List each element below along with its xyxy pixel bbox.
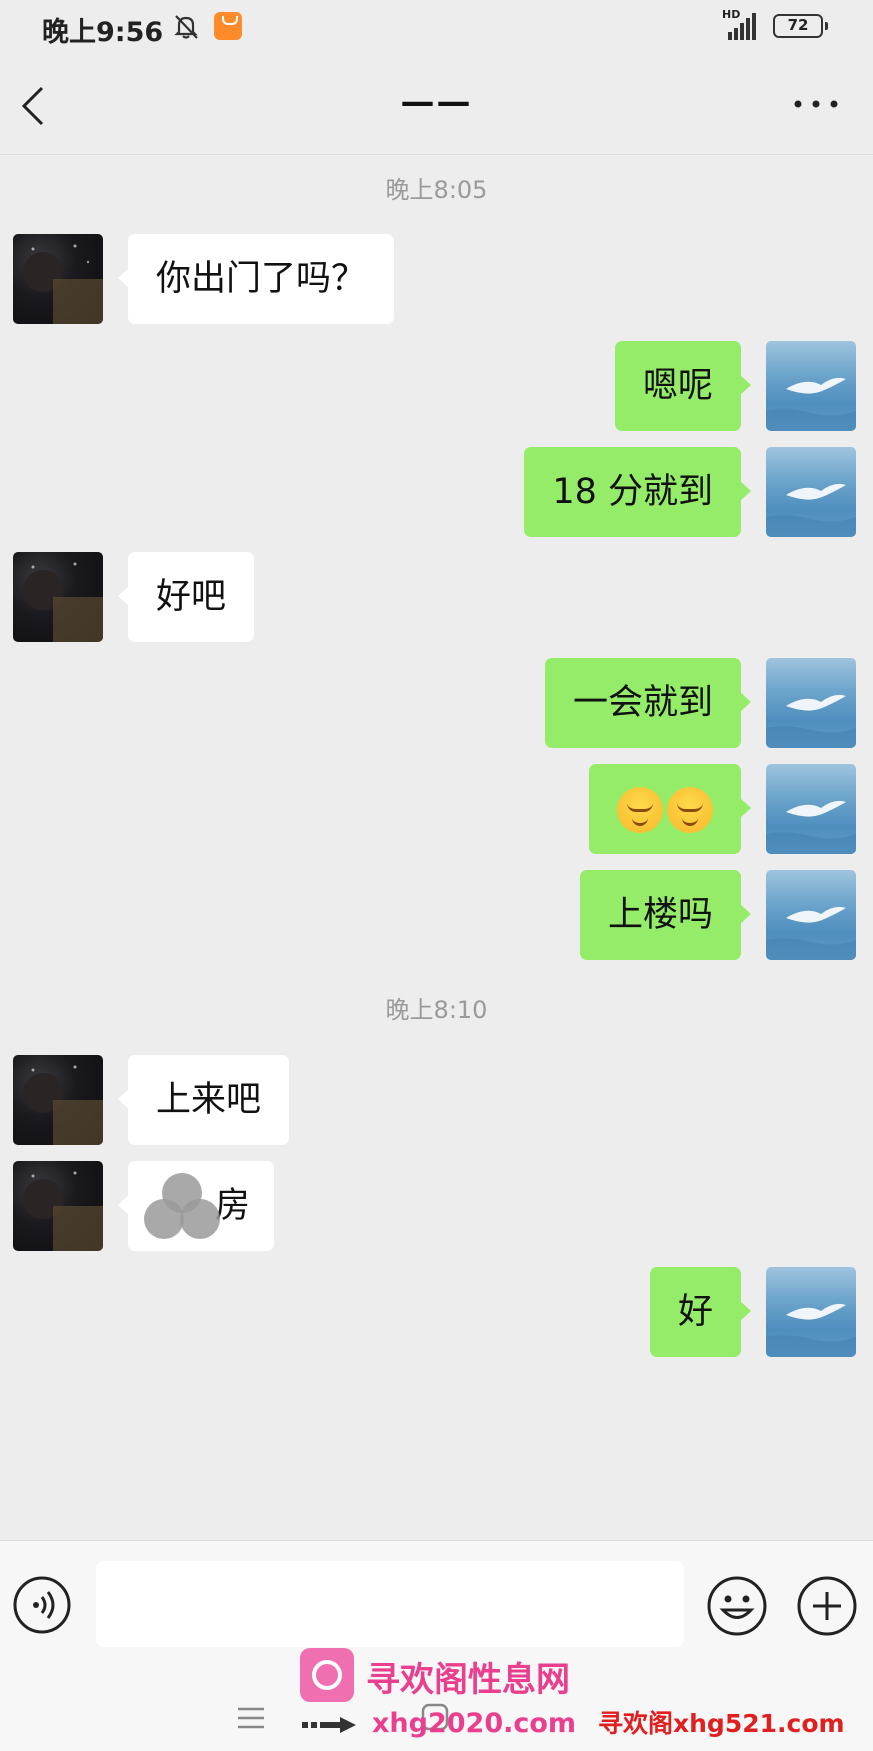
message-bubble[interactable]: 房 xyxy=(118,1161,274,1251)
message-row: 上楼吗 xyxy=(0,870,873,962)
timestamp: 晚上8:10 xyxy=(385,996,488,1024)
message-bubble[interactable]: 好 xyxy=(649,1267,752,1357)
message-bubble[interactable]: 你出门了吗？ xyxy=(117,234,395,324)
chat-title: —— xyxy=(400,82,473,122)
status-time: 晚上9:56 xyxy=(42,17,164,48)
message-row: 嗯呢 xyxy=(0,341,873,433)
message-row: 好吧 xyxy=(0,552,873,644)
signal-icon xyxy=(728,13,756,40)
battery-indicator: 72 xyxy=(773,14,828,38)
voice-icon[interactable] xyxy=(12,1575,72,1635)
avatar-image xyxy=(766,1303,856,1357)
status-bar: 晚上9:56 HD 72 xyxy=(0,0,873,56)
chat-messages[interactable]: 晚上8:05 你出门了吗？ 嗯呢 18 分就到 好吧 一会就到 上楼吗 晚上8:… xyxy=(0,155,873,1540)
contact-avatar[interactable] xyxy=(13,1055,103,1145)
timestamp: 晚上8:05 xyxy=(385,176,488,204)
avatar-image xyxy=(23,1065,103,1145)
avatar-image xyxy=(766,800,856,854)
message-input[interactable] xyxy=(96,1561,684,1647)
emoji-icon[interactable] xyxy=(706,1575,768,1637)
menu-icon[interactable] xyxy=(236,1706,266,1730)
watermark-logo xyxy=(300,1648,354,1702)
avatar-image xyxy=(766,377,856,431)
message-row: 18 分就到 xyxy=(0,447,873,539)
message-bubble[interactable]: 好吧 xyxy=(117,552,255,642)
message-bubble[interactable]: 上来吧 xyxy=(117,1055,290,1145)
plus-icon[interactable] xyxy=(796,1575,858,1637)
message-bubble[interactable]: 一会就到 xyxy=(544,658,752,748)
message-row: 上来吧 xyxy=(0,1055,873,1147)
avatar-image xyxy=(766,483,856,537)
watermark-url: 寻欢阁xhg521.com xyxy=(598,1709,845,1738)
message-bubble[interactable]: 18 分就到 xyxy=(524,447,751,537)
chat-header: —— xyxy=(0,56,873,155)
message-row: 房 xyxy=(0,1161,873,1253)
more-options-icon[interactable] xyxy=(792,92,840,116)
avatar-image xyxy=(23,562,103,642)
redaction-blur xyxy=(144,1173,220,1239)
my-avatar[interactable] xyxy=(766,870,856,960)
my-avatar[interactable] xyxy=(766,764,856,854)
message-row: 你出门了吗？ xyxy=(0,234,873,326)
message-bubble[interactable]: 嗯呢 xyxy=(614,341,752,431)
message-bubble[interactable]: 上楼吗 xyxy=(579,870,752,960)
input-bar xyxy=(0,1540,873,1667)
my-avatar[interactable] xyxy=(766,658,856,748)
relieved-face-emoji-icon xyxy=(667,787,713,833)
my-avatar[interactable] xyxy=(766,447,856,537)
message-bubble[interactable] xyxy=(589,764,751,854)
app-notification-icon xyxy=(214,12,242,40)
arrow-right-icon xyxy=(302,1717,356,1733)
my-avatar[interactable] xyxy=(766,1267,856,1357)
watermark-text: 寻欢阁性息网 xyxy=(366,1660,570,1700)
contact-avatar[interactable] xyxy=(13,234,103,324)
bell-off-icon xyxy=(174,15,198,39)
avatar-image xyxy=(766,906,856,960)
relieved-face-emoji-icon xyxy=(617,787,663,833)
avatar-image xyxy=(766,694,856,748)
watermark-url: xhg2020.com xyxy=(372,1708,577,1739)
contact-avatar[interactable] xyxy=(13,1161,103,1251)
avatar-image xyxy=(23,244,103,324)
message-row: 好 xyxy=(0,1267,873,1359)
message-row xyxy=(0,764,873,856)
message-row: 一会就到 xyxy=(0,658,873,750)
avatar-image xyxy=(23,1171,103,1251)
my-avatar[interactable] xyxy=(766,341,856,431)
contact-avatar[interactable] xyxy=(13,552,103,642)
